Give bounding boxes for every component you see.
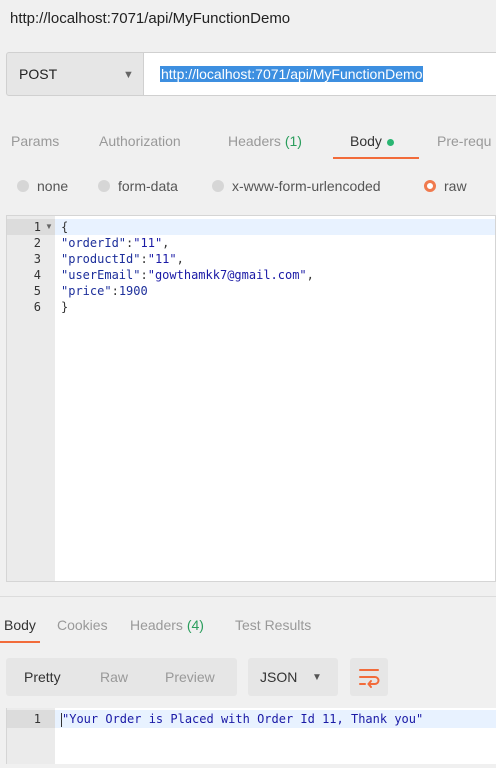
fold-arrow-icon[interactable]: ▼	[45, 222, 53, 231]
format-label: JSON	[260, 669, 298, 685]
response-line: "Your Order is Placed with Order Id 11, …	[61, 712, 424, 727]
active-tab-underline	[333, 157, 419, 159]
url-input[interactable]: http://localhost:7071/api/MyFunctionDemo	[144, 52, 496, 96]
tab-response-body[interactable]: Body	[4, 617, 36, 633]
tab-params[interactable]: Params	[11, 133, 59, 149]
response-viewer[interactable]: 1 "Your Order is Placed with Order Id 11…	[6, 708, 496, 764]
method-select[interactable]: POST ▼	[6, 52, 144, 96]
radio-circle-selected	[424, 180, 436, 192]
preview-button[interactable]: Preview	[165, 669, 215, 685]
code-line: "userEmail":"gowthamkk7@gmail.com",	[61, 268, 314, 282]
code-line: "orderId":"11",	[61, 236, 170, 250]
line-number: 2	[33, 236, 41, 250]
radio-circle	[212, 180, 224, 192]
raw-button[interactable]: Raw	[100, 669, 128, 685]
format-select[interactable]: JSON ▼	[248, 658, 338, 696]
chevron-down-icon: ▼	[123, 69, 134, 81]
line-number: 1	[33, 220, 41, 234]
line-number: 4	[33, 268, 41, 282]
line-number: 3	[33, 252, 41, 266]
body-editor[interactable]: ▼ 1 2 3 4 5 6 { "orderId":"11", "product…	[6, 215, 496, 582]
url-text: http://localhost:7071/api/MyFunctionDemo	[160, 66, 424, 82]
window-title: http://localhost:7071/api/MyFunctionDemo	[10, 10, 291, 27]
tab-pre-request[interactable]: Pre-requ	[437, 133, 491, 149]
chevron-down-icon: ▼	[312, 672, 322, 683]
response-headers-count: (4)	[186, 617, 204, 633]
body-active-dot	[386, 138, 394, 146]
headers-count: (1)	[284, 133, 302, 149]
code-line: {	[61, 220, 69, 234]
tab-response-headers[interactable]: Headers (4)	[130, 617, 204, 633]
code-line: }	[61, 300, 69, 314]
active-line-highlight	[7, 219, 495, 235]
code-line: "price":1900	[61, 284, 148, 298]
radio-circle	[98, 180, 110, 192]
response-tab-underline	[0, 641, 40, 643]
pretty-button[interactable]: Pretty	[24, 669, 61, 685]
radio-form-data[interactable]: form-data	[98, 178, 178, 194]
wrap-lines-button[interactable]	[350, 658, 388, 696]
tab-test-results[interactable]: Test Results	[235, 617, 311, 633]
section-divider	[0, 596, 496, 597]
line-number: 1	[33, 712, 41, 726]
radio-none[interactable]: none	[17, 178, 68, 194]
radio-x-www-form-urlencoded[interactable]: x-www-form-urlencoded	[212, 178, 381, 194]
tab-body[interactable]: Body	[350, 133, 394, 149]
radio-circle	[17, 180, 29, 192]
method-label: POST	[19, 66, 58, 82]
line-number: 5	[33, 284, 41, 298]
view-mode-group: Pretty Raw Preview	[6, 658, 237, 696]
tab-authorization[interactable]: Authorization	[99, 133, 181, 149]
tab-headers[interactable]: Headers (1)	[228, 133, 302, 149]
wrap-lines-icon	[359, 669, 380, 688]
radio-raw[interactable]: raw	[424, 178, 467, 194]
code-line: "productId":"11",	[61, 252, 184, 266]
line-number: 6	[33, 300, 41, 314]
tab-cookies[interactable]: Cookies	[57, 617, 108, 633]
